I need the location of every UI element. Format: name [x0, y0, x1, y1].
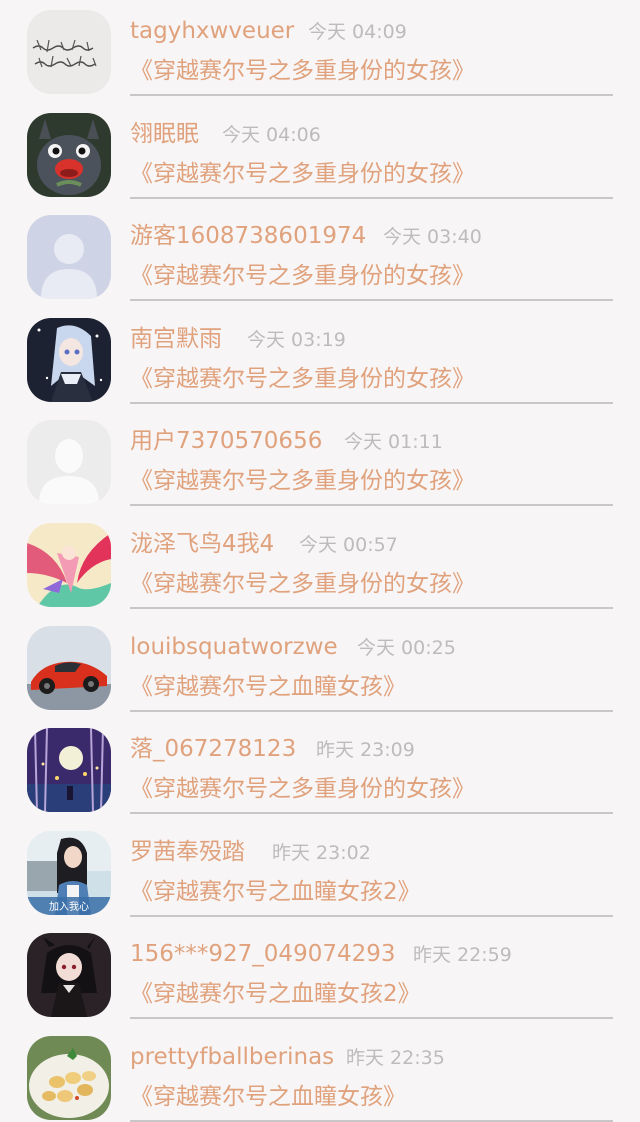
- book-title[interactable]: 《穿越赛尔号之多重身份的女孩》: [130, 772, 475, 806]
- avatar[interactable]: [27, 728, 111, 813]
- red-sports-car-avatar-icon: [27, 625, 111, 710]
- food-dish-avatar-icon: [27, 1035, 111, 1120]
- avatar[interactable]: [27, 522, 111, 607]
- timestamp: 昨天 22:35: [346, 1046, 445, 1069]
- divider: [130, 914, 613, 917]
- book-title[interactable]: 《穿越赛尔号之多重身份的女孩》: [130, 157, 475, 191]
- divider: [130, 299, 613, 302]
- list-item[interactable]: 用户7370570656 今天 01:11 《穿越赛尔号之多重身份的女孩》: [0, 410, 640, 513]
- timestamp: 今天 01:11: [344, 431, 443, 454]
- avatar[interactable]: [27, 215, 111, 300]
- list-item[interactable]: 落_067278123 昨天 23:09 《穿越赛尔号之多重身份的女孩》: [0, 718, 640, 821]
- user-name[interactable]: louibsquatworzwe: [130, 630, 338, 664]
- list-item[interactable]: 游客1608738601974 今天 03:40 《穿越赛尔号之多重身份的女孩》: [0, 205, 640, 308]
- list-item[interactable]: 加入我心 罗茜奉殁踏 昨天 23:02 《穿越赛尔号之血瞳女孩2》: [0, 821, 640, 924]
- user-name[interactable]: 游客1608738601974: [130, 219, 366, 253]
- timestamp: 今天 04:06: [222, 123, 321, 146]
- book-title[interactable]: 《穿越赛尔号之多重身份的女孩》: [130, 259, 475, 293]
- divider: [130, 812, 613, 815]
- list-item[interactable]: 南宫默雨 今天 03:19 《穿越赛尔号之多重身份的女孩》: [0, 308, 640, 411]
- divider: [130, 1017, 613, 1020]
- default-guest-avatar-icon: [27, 215, 111, 300]
- default-user-avatar-icon: [27, 420, 111, 505]
- list-item[interactable]: 泷泽飞鸟4我4 今天 00:57 《穿越赛尔号之多重身份的女孩》: [0, 513, 640, 616]
- book-title[interactable]: 《穿越赛尔号之血瞳女孩》: [130, 670, 406, 704]
- user-name[interactable]: prettyfballberinas: [130, 1040, 334, 1074]
- avatar[interactable]: [27, 112, 111, 197]
- book-title[interactable]: 《穿越赛尔号之多重身份的女孩》: [130, 464, 475, 498]
- avatar[interactable]: 加入我心: [27, 830, 111, 915]
- divider: [130, 504, 613, 507]
- divider: [130, 606, 613, 609]
- list-item[interactable]: 翎眠眠 今天 04:06 《穿越赛尔号之多重身份的女孩》: [0, 103, 640, 206]
- timestamp: 今天 00:25: [357, 636, 456, 659]
- book-title[interactable]: 《穿越赛尔号之多重身份的女孩》: [130, 54, 475, 88]
- book-title[interactable]: 《穿越赛尔号之多重身份的女孩》: [130, 567, 475, 601]
- user-name[interactable]: tagyhxwveuer: [130, 14, 294, 48]
- timestamp: 昨天 23:09: [316, 739, 415, 762]
- divider: [130, 401, 613, 404]
- night-forest-moon-avatar-icon: [27, 728, 111, 813]
- timestamp: 今天 03:40: [383, 226, 482, 249]
- timestamp: 今天 04:09: [308, 21, 407, 43]
- avatar[interactable]: [27, 1035, 111, 1120]
- avatar[interactable]: [27, 933, 111, 1018]
- user-name[interactable]: 南宫默雨: [130, 322, 222, 356]
- timestamp: 昨天 22:59: [413, 944, 512, 967]
- anime-girl-avatar-icon: [27, 317, 111, 402]
- book-title[interactable]: 《穿越赛尔号之血瞳女孩》: [130, 1080, 406, 1114]
- handwriting-note-avatar-icon: [27, 10, 111, 94]
- user-name[interactable]: 泷泽飞鸟4我4: [130, 527, 274, 561]
- list-item[interactable]: 156***927_049074293 昨天 22:59 《穿越赛尔号之血瞳女孩…: [0, 923, 640, 1026]
- reader-list: tagyhxwveuer 今天 04:09 《穿越赛尔号之多重身份的女孩》 翎眠…: [0, 0, 640, 1122]
- totoro-avatar-icon: [27, 112, 111, 197]
- divider: [130, 196, 613, 199]
- user-name[interactable]: 罗茜奉殁踏: [130, 835, 245, 869]
- avatar[interactable]: [27, 317, 111, 402]
- book-title[interactable]: 《穿越赛尔号之多重身份的女孩》: [130, 362, 475, 396]
- book-title[interactable]: 《穿越赛尔号之血瞳女孩2》: [130, 977, 421, 1011]
- list-item[interactable]: louibsquatworzwe 今天 00:25 《穿越赛尔号之血瞳女孩》: [0, 616, 640, 719]
- avatar-caption: 加入我心: [49, 901, 89, 913]
- list-item[interactable]: prettyfballberinas 昨天 22:35 《穿越赛尔号之血瞳女孩》: [0, 1026, 640, 1122]
- list-item[interactable]: tagyhxwveuer 今天 04:09 《穿越赛尔号之多重身份的女孩》: [0, 0, 640, 103]
- divider: [130, 94, 613, 96]
- book-title[interactable]: 《穿越赛尔号之血瞳女孩2》: [130, 875, 421, 909]
- user-name[interactable]: 156***927_049074293: [130, 937, 396, 971]
- avatar[interactable]: [27, 625, 111, 710]
- girl-photo-avatar-icon: 加入我心: [27, 830, 111, 915]
- user-name[interactable]: 翎眠眠: [130, 117, 199, 151]
- user-name[interactable]: 落_067278123: [130, 732, 296, 766]
- avatar[interactable]: [27, 10, 111, 94]
- avatar[interactable]: [27, 420, 111, 505]
- user-name[interactable]: 用户7370570656: [130, 424, 322, 458]
- colorful-anime-avatar-icon: [27, 522, 111, 607]
- timestamp: 今天 00:57: [299, 533, 398, 556]
- dark-anime-girl-avatar-icon: [27, 933, 111, 1018]
- timestamp: 今天 03:19: [247, 328, 346, 351]
- divider: [130, 709, 613, 712]
- timestamp: 昨天 23:02: [272, 841, 371, 864]
